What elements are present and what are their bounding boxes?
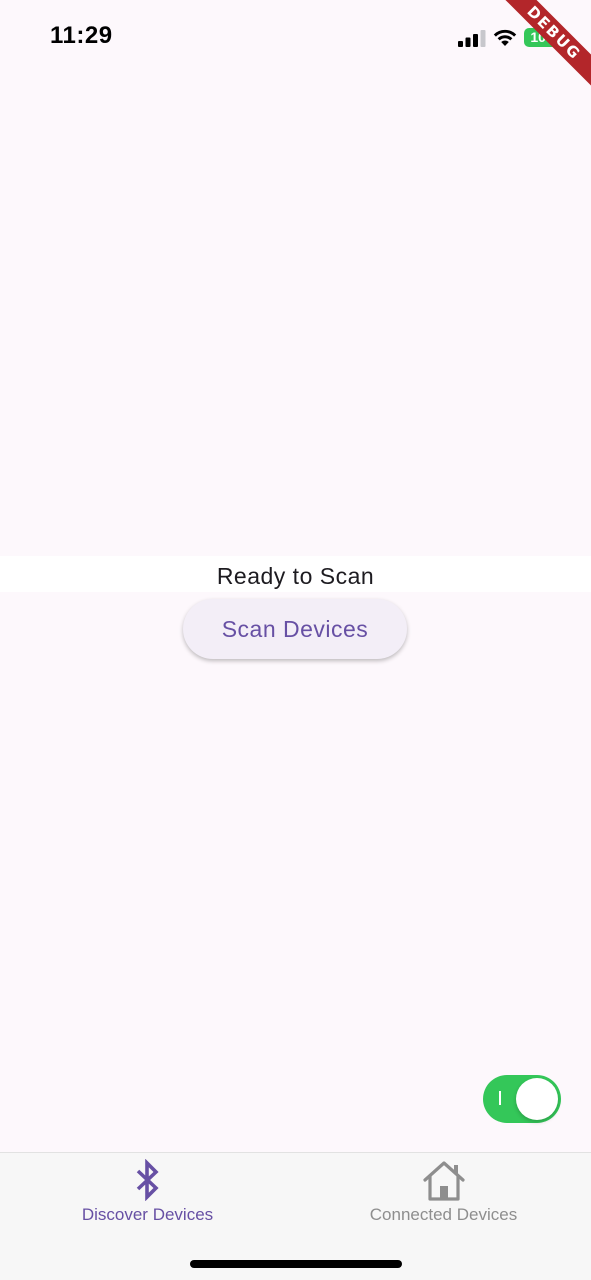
scan-status-text: Ready to Scan [216, 563, 375, 589]
home-indicator[interactable] [190, 1260, 402, 1268]
home-icon [422, 1161, 465, 1201]
nav-label-discover-devices: Discover Devices [81, 1205, 214, 1224]
bluetooth-icon [136, 1159, 159, 1201]
toggle-switch[interactable] [483, 1075, 561, 1123]
battery-icon: 100 [524, 28, 560, 47]
nav-item-connected-devices[interactable]: Connected Devices [296, 1153, 591, 1233]
status-bar: 11:29 100 [0, 0, 591, 76]
toggle-on-indicator [499, 1091, 501, 1105]
app-screen: 11:29 100 DEBUG Ready to Scan Scan Devic… [0, 0, 591, 1280]
status-time: 11:29 [50, 22, 113, 49]
cellular-signal-icon [458, 30, 486, 47]
nav-label-connected-devices: Connected Devices [369, 1205, 518, 1224]
scan-devices-button[interactable]: Scan Devices [183, 599, 407, 659]
wifi-icon [493, 29, 517, 46]
toggle-knob [516, 1078, 558, 1120]
nav-item-discover-devices[interactable]: Discover Devices [0, 1153, 295, 1233]
